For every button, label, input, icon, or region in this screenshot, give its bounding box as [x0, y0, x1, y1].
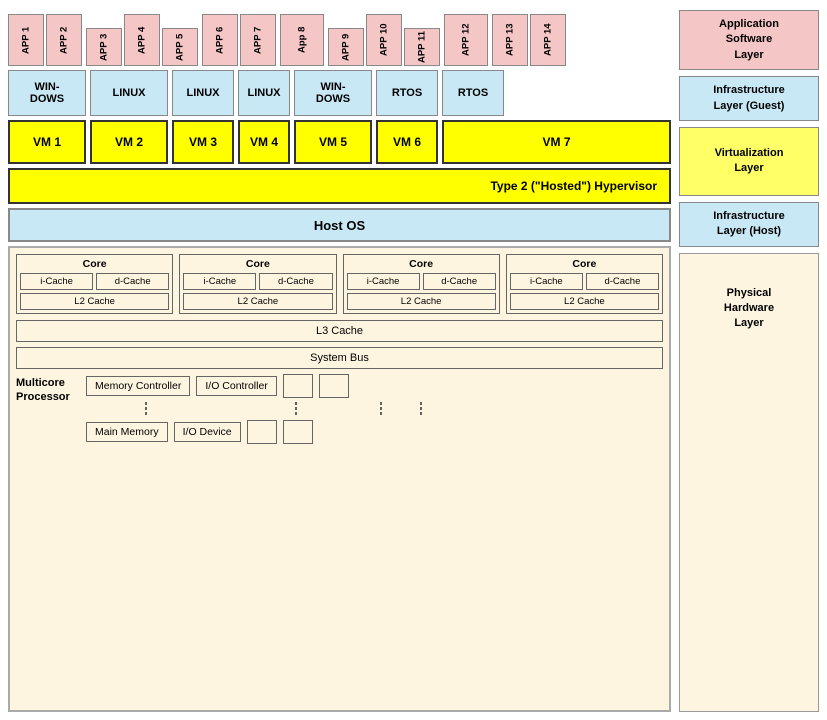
dcache-2: d-Cache — [259, 273, 332, 290]
cache-row-3: i-Cache d-Cache — [347, 273, 496, 290]
small-box-2 — [319, 374, 349, 398]
connector-svg-1 — [86, 402, 663, 416]
dcache-3: d-Cache — [423, 273, 496, 290]
app-box-2: APP 2 — [46, 14, 82, 66]
legend-virt-label: VirtualizationLayer — [715, 147, 784, 174]
legend-infra-host: InfrastructureLayer (Host) — [679, 202, 819, 247]
controllers-col: Memory Controller I/O Controller — [86, 374, 663, 444]
os-rtos-2: RTOS — [442, 70, 504, 116]
app-box-8: App 8 — [280, 14, 324, 66]
small-box-1 — [283, 374, 313, 398]
l2-4: L2 Cache — [510, 293, 659, 310]
cache-row-1: i-Cache d-Cache — [20, 273, 169, 290]
os-row: WIN-DOWS LINUX LINUX LINUX WIN-DOWS RTOS… — [8, 70, 671, 116]
icache-3: i-Cache — [347, 273, 420, 290]
small-box-4 — [283, 420, 313, 444]
os-rtos-1: RTOS — [376, 70, 438, 116]
hypervisor-label: Type 2 ("Hosted") Hypervisor — [490, 179, 657, 193]
app-box-1: APP 1 — [8, 14, 44, 66]
legend-area: ApplicationSoftwareLayer InfrastructureL… — [679, 8, 819, 712]
os-windows-2: WIN-DOWS — [294, 70, 372, 116]
os-linux-3: LINUX — [238, 70, 290, 116]
app-box-7: APP 7 — [240, 14, 276, 66]
os-linux-1: LINUX — [90, 70, 168, 116]
hostos-label: Host OS — [314, 218, 365, 233]
core-box-2: Core i-Cache d-Cache L2 Cache — [179, 254, 336, 314]
dcache-1: d-Cache — [96, 273, 169, 290]
app-group-2: APP 3 APP 4 APP 5 — [86, 14, 198, 66]
cache-row-4: i-Cache d-Cache — [510, 273, 659, 290]
cache-row-2: i-Cache d-Cache — [183, 273, 332, 290]
app-box-9: APP 9 — [328, 28, 364, 66]
main-memory-box: Main Memory — [86, 422, 168, 442]
app-group-5: APP 9 APP 10 APP 11 — [328, 14, 440, 66]
app-group-4: App 8 — [280, 14, 324, 66]
legend-app-layer: ApplicationSoftwareLayer — [679, 10, 819, 70]
legend-infra-guest: InfrastructureLayer (Guest) — [679, 76, 819, 121]
app-group-7: APP 13 APP 14 — [492, 14, 566, 66]
app-box-13: APP 13 — [492, 14, 528, 66]
l2-3: L2 Cache — [347, 293, 496, 310]
core-title-4: Core — [510, 258, 659, 270]
icache-2: i-Cache — [183, 273, 256, 290]
dcache-4: d-Cache — [586, 273, 659, 290]
memory-controller-box: Memory Controller — [86, 376, 190, 396]
main-container: APP 1 APP 2 APP 3 APP 4 APP 5 APP 6 APP … — [0, 0, 827, 720]
app-box-10: APP 10 — [366, 14, 402, 66]
vm-6: VM 6 — [376, 120, 438, 164]
app-group-6: APP 12 — [444, 14, 488, 66]
core-box-1: Core i-Cache d-Cache L2 Cache — [16, 254, 173, 314]
legend-phys-label: PhysicalHardwareLayer — [724, 287, 774, 330]
legend-virt-layer: VirtualizationLayer — [679, 127, 819, 196]
core-title-1: Core — [20, 258, 169, 270]
vm-3: VM 3 — [172, 120, 234, 164]
io-device-box: I/O Device — [174, 422, 241, 442]
multicore-label: MulticoreProcessor — [16, 374, 86, 405]
hostos-row: Host OS — [8, 208, 671, 242]
vm-7: VM 7 — [442, 120, 671, 164]
vm-2: VM 2 — [90, 120, 168, 164]
vm-4: VM 4 — [238, 120, 290, 164]
legend-infra-guest-label: InfrastructureLayer (Guest) — [713, 84, 785, 111]
l2-1: L2 Cache — [20, 293, 169, 310]
mem-row: Main Memory I/O Device — [86, 420, 663, 444]
core-box-4: Core i-Cache d-Cache L2 Cache — [506, 254, 663, 314]
app-box-3: APP 3 — [86, 28, 122, 66]
connector-gap — [86, 402, 663, 416]
app-box-5: APP 5 — [162, 28, 198, 66]
ctrl-row: Memory Controller I/O Controller — [86, 374, 663, 398]
legend-phys-layer: PhysicalHardwareLayer — [679, 253, 819, 712]
legend-infra-host-label: InfrastructureLayer (Host) — [713, 210, 785, 237]
app-box-12: APP 12 — [444, 14, 488, 66]
l3-cache-box: L3 Cache — [16, 320, 663, 342]
core-title-2: Core — [183, 258, 332, 270]
io-controller-box: I/O Controller — [196, 376, 276, 396]
os-windows-1: WIN-DOWS — [8, 70, 86, 116]
os-linux-2: LINUX — [172, 70, 234, 116]
core-box-3: Core i-Cache d-Cache L2 Cache — [343, 254, 500, 314]
hypervisor-row: Type 2 ("Hosted") Hypervisor — [8, 168, 671, 204]
l2-2: L2 Cache — [183, 293, 332, 310]
app-box-11: APP 11 — [404, 28, 440, 66]
vm-1: VM 1 — [8, 120, 86, 164]
app-box-14: APP 14 — [530, 14, 566, 66]
small-box-3 — [247, 420, 277, 444]
vm-5: VM 5 — [294, 120, 372, 164]
diagram-area: APP 1 APP 2 APP 3 APP 4 APP 5 APP 6 APP … — [8, 8, 671, 712]
cores-row: Core i-Cache d-Cache L2 Cache Core i-Cac… — [16, 254, 663, 314]
icache-1: i-Cache — [20, 273, 93, 290]
core-title-3: Core — [347, 258, 496, 270]
app-group-3: APP 6 APP 7 — [202, 14, 276, 66]
vm-row: VM 1 VM 2 VM 3 VM 4 VM 5 VM 6 VM 7 — [8, 120, 671, 164]
app-row: APP 1 APP 2 APP 3 APP 4 APP 5 APP 6 APP … — [8, 8, 671, 66]
system-bus-box: System Bus — [16, 347, 663, 369]
icache-4: i-Cache — [510, 273, 583, 290]
app-group-1: APP 1 APP 2 — [8, 14, 82, 66]
bottom-hw-row: MulticoreProcessor Memory Controller I/O… — [16, 374, 663, 444]
hardware-section: Core i-Cache d-Cache L2 Cache Core i-Cac… — [8, 246, 671, 712]
app-box-4: APP 4 — [124, 14, 160, 66]
legend-app-label: ApplicationSoftwareLayer — [719, 18, 779, 61]
app-box-6: APP 6 — [202, 14, 238, 66]
